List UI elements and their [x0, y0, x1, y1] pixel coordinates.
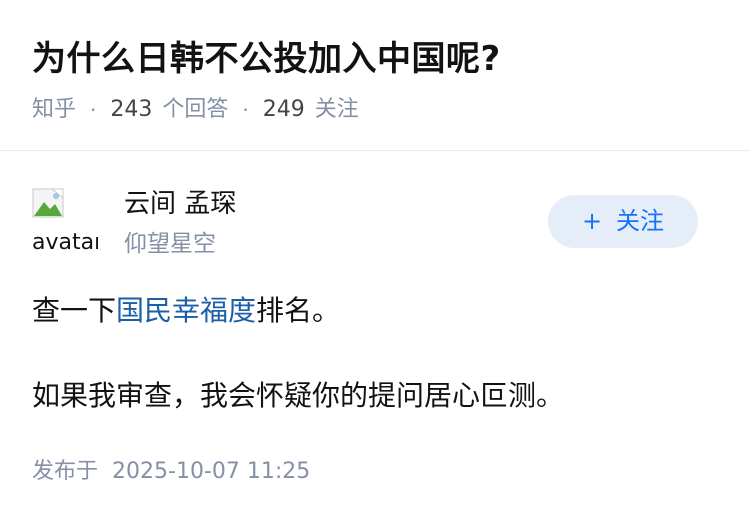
answer-paragraph: 查一下国民幸福度排名。	[32, 289, 722, 333]
follower-count: 249	[262, 97, 305, 122]
meta-separator: ·	[242, 98, 249, 122]
follow-button[interactable]: + 关注	[548, 195, 698, 248]
answer-count: 243	[110, 97, 153, 122]
meta-separator: ·	[90, 98, 97, 122]
answer-content: 查一下国民幸福度排名。 如果我审查，我会怀疑你的提问居心叵测。	[32, 289, 722, 418]
broken-image-icon	[32, 188, 64, 218]
answer-paragraph: 如果我审查，我会怀疑你的提问居心叵测。	[32, 379, 565, 412]
publish-label: 发布于	[32, 459, 99, 484]
author-headline: 仰望星空	[124, 231, 216, 257]
publish-datetime: 2025-10-07 11:25	[112, 459, 311, 484]
answer-count-label[interactable]: 个回答	[162, 94, 228, 126]
answer-link[interactable]: 国民幸福度	[116, 294, 256, 327]
source-label[interactable]: 知乎	[32, 94, 76, 126]
publish-time: 发布于 2025-10-07 11:25	[32, 456, 310, 488]
avatar[interactable]: avatar	[32, 188, 98, 254]
answer-text: 排名。	[256, 294, 341, 327]
avatar-alt-text: avatar	[32, 230, 98, 254]
question-title[interactable]: 为什么日韩不公投加入中国呢?	[32, 36, 501, 82]
author-name[interactable]: 云间 孟琛	[124, 186, 236, 222]
answer-text: 查一下	[32, 294, 117, 327]
question-meta: 知乎 · 243 个回答 · 249 关注	[32, 94, 359, 126]
follow-button-label: 关注	[616, 207, 665, 235]
plus-icon: +	[581, 207, 603, 235]
follower-count-label: 关注	[314, 97, 359, 122]
question-header: 为什么日韩不公投加入中国呢? 知乎 · 243 个回答 · 249 关注	[0, 0, 750, 151]
